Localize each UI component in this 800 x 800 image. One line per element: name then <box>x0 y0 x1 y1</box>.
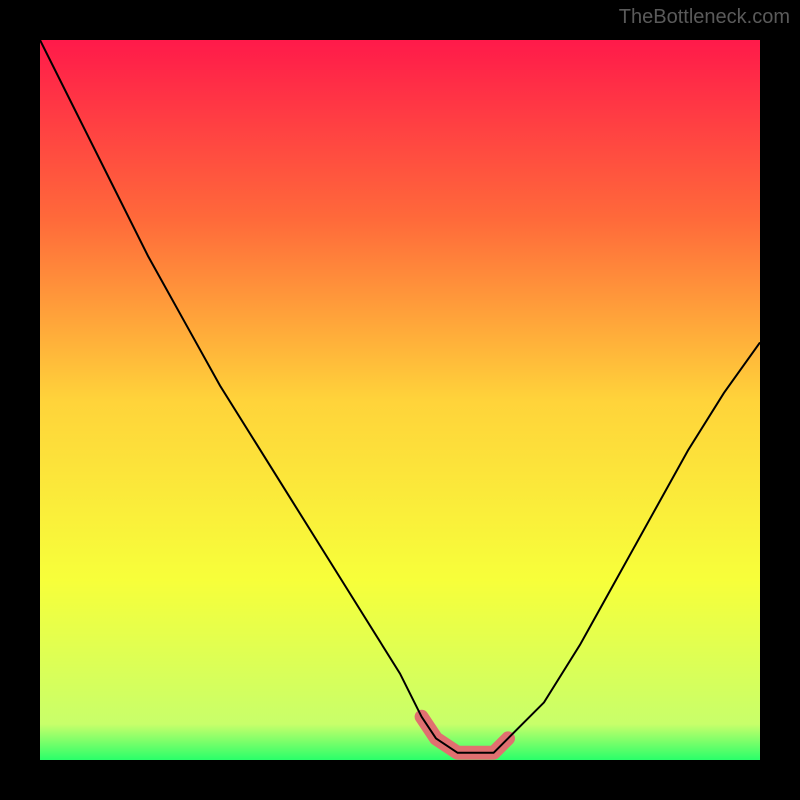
watermark-text: TheBottleneck.com <box>619 6 790 29</box>
gradient-background <box>40 40 760 760</box>
chart-area <box>40 40 760 760</box>
bottleneck-chart <box>40 40 760 760</box>
